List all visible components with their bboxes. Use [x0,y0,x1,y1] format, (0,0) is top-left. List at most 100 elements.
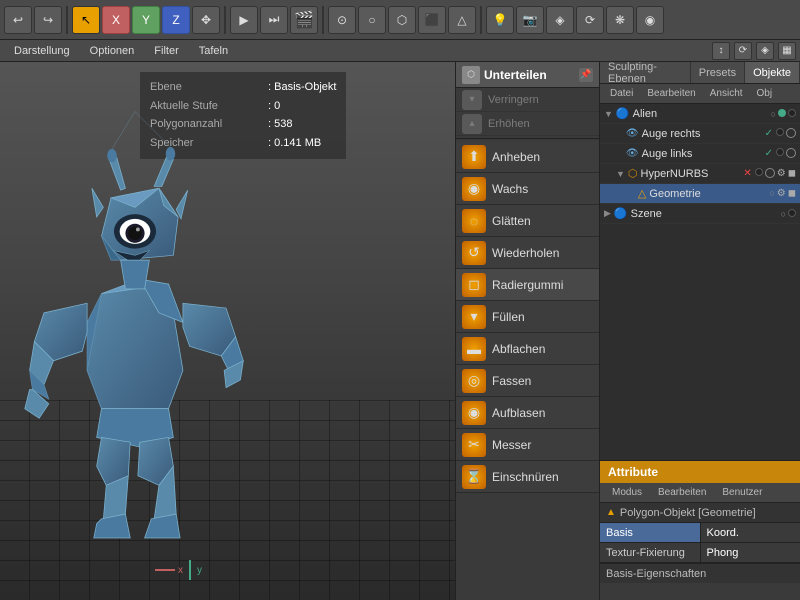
toolbar-sep2 [224,6,226,34]
tool-wachs-label: Wachs [492,182,528,196]
tool-verringern: ▾ Verringern [456,88,599,112]
tree-item-auge-rechts[interactable]: ▶ 👁 Auge rechts ✓ [600,124,800,144]
toolbar-anim-skip[interactable]: ⏭ [260,6,288,34]
attr-tab-benutzer[interactable]: Benutzer [714,486,770,499]
menubar-icon-refresh[interactable]: ⟳ [734,42,752,60]
toolbar-prim-cone[interactable]: △ [448,6,476,34]
menubar-icon-arrows[interactable]: ↕ [712,42,730,60]
toolbar-cam2[interactable]: 📷 [516,6,544,34]
tool-glaetten-icon: ◌ [462,209,486,233]
tool-glaetten-label: Glätten [492,214,531,228]
tree-label-nurbs: HyperNURBS [641,168,740,180]
tree-item-hypernurbs[interactable]: ▼ ⬡ HyperNURBS ✕ ⚙ ◼ [600,164,800,184]
toolbar-undo[interactable]: ↩ [4,6,32,34]
tree-item-auge-links[interactable]: ▶ 👁 Auge links ✓ [600,144,800,164]
right-menu-bearbeiten[interactable]: Bearbeiten [641,87,701,100]
attr-cell-textur[interactable]: Textur-Fixierung [600,543,700,562]
attr-cell-basis[interactable]: Basis [600,523,700,542]
attr-row-basis: Basis Koord. [600,523,800,543]
tool-erhoehen: ▴ Erhöhen [456,112,599,136]
toolbar-move[interactable]: ✥ [192,6,220,34]
attr-obj-name: Polygon-Objekt [Geometrie] [620,507,756,519]
toolbar-prim-sphere[interactable]: ○ [358,6,386,34]
tree-item-szene[interactable]: ▶ 🔵 Szene ○ [600,204,800,224]
toolbar-redo[interactable]: ↪ [34,6,62,34]
right-menu-obj[interactable]: Obj [751,87,779,100]
attr-triangle-icon: ▲ [606,507,616,518]
attr-cell-phong[interactable]: Phong [700,543,800,562]
tree-extra-geo: ◼ [788,188,796,199]
tree-item-geometrie[interactable]: ▶ △ Geometrie ○ ⚙ ◼ [600,184,800,204]
toolbar-prim-null[interactable]: ⊙ [328,6,356,34]
viewport-3d[interactable]: Ebene : Basis-Objekt Aktuelle Stufe : 0 … [0,62,455,600]
tool-abflachen[interactable]: ▬ Abflachen [456,333,599,365]
menu-optionen[interactable]: Optionen [80,43,145,59]
tool-fuellen[interactable]: ▾ Füllen [456,301,599,333]
tool-aufblasen[interactable]: ◉ Aufblasen [456,397,599,429]
attr-tab-bearbeiten[interactable]: Bearbeiten [650,486,714,499]
tool-fassen-icon: ◎ [462,369,486,393]
menubar-right: ↕ ⟳ ◈ ▦ [712,42,796,60]
tree-icon-alien: 🔵 [616,107,630,120]
tree-item-alien[interactable]: ▼ 🔵 Alien ○ [600,104,800,124]
tools-panel: ⬡ Unterteilen 📌 ▾ Verringern ▴ Erhöhen ⬆… [455,62,600,600]
subdivide-pin[interactable]: 📌 [579,68,593,82]
tool-fassen-label: Fassen [492,374,531,388]
toolbar-nurbs[interactable]: ⟳ [576,6,604,34]
toolbar-deform[interactable]: ◈ [546,6,574,34]
tool-radiergummi[interactable]: ◻ Radiergummi [456,269,599,301]
menu-filter[interactable]: Filter [144,43,188,59]
toolbar-anim-play[interactable]: ▶ [230,6,258,34]
tool-wiederholen[interactable]: ↺ Wiederholen [456,237,599,269]
menubar-icon-grid[interactable]: ▦ [778,42,796,60]
tool-wachs[interactable]: ◉ Wachs [456,173,599,205]
tool-radiergummi-label: Radiergummi [492,278,563,292]
tool-fassen[interactable]: ◎ Fassen [456,365,599,397]
toolbar-prim-cyl[interactable]: ⬛ [418,6,446,34]
tree-icon-augel: 👁 [626,148,639,159]
tree-circle-nurbs [765,168,775,178]
tab-sculpting-ebenen[interactable]: Sculpting-Ebenen [600,62,691,83]
tree-icon-nurbs: ⬡ [628,167,638,180]
tool-einschnueren[interactable]: ⌛ Einschnüren [456,461,599,493]
tree-check-auger: ✓ [765,128,773,139]
tab-objekte[interactable]: Objekte [745,62,800,83]
attr-rows: Basis Koord. Textur-Fixierung Phong [600,523,800,563]
toolbar-select[interactable]: ↖ [72,6,100,34]
menu-tafeln[interactable]: Tafeln [189,43,238,59]
attr-cell-koord[interactable]: Koord. [700,523,800,542]
info-value-poly: : 538 [268,115,292,134]
toolbar-camera[interactable]: 🎬 [290,6,318,34]
attr-tab-modus[interactable]: Modus [604,486,650,499]
attr-row-textur: Textur-Fixierung Phong [600,543,800,563]
right-menu-ansicht[interactable]: Ansicht [704,87,749,100]
toolbar-light[interactable]: 💡 [486,6,514,34]
toolbar-axis-x[interactable]: X [102,6,130,34]
toolbar-hair[interactable]: ◉ [636,6,664,34]
toolbar-gen[interactable]: ❋ [606,6,634,34]
tool-aufblasen-icon: ◉ [462,401,486,425]
right-menu-datei[interactable]: Datei [604,87,639,100]
toolbar-axis-y[interactable]: Y [132,6,160,34]
tool-erhoehen-icon: ▴ [462,114,482,134]
menu-darstellung[interactable]: Darstellung [4,43,80,59]
tool-wiederholen-label: Wiederholen [492,246,559,260]
tree-circle-auger [786,128,796,138]
tool-wachs-icon: ◉ [462,177,486,201]
tree-arrow-szene: ▶ [604,208,611,219]
tools-separator [456,138,599,139]
toolbar: ↩ ↪ ↖ X Y Z ✥ ▶ ⏭ 🎬 ⊙ ○ ⬡ ⬛ △ 💡 📷 ◈ ⟳ ❋ … [0,0,800,40]
tree-dots-nurbs: ✕ ⚙ ◼ [742,168,796,179]
y-label: y [197,565,202,576]
tool-messer-icon: ✂ [462,433,486,457]
tool-messer[interactable]: ✂ Messer [456,429,599,461]
menubar-icon-diamond[interactable]: ◈ [756,42,774,60]
toolbar-axis-z[interactable]: Z [162,6,190,34]
attr-tabs: Modus Bearbeiten Benutzer [600,483,800,503]
toolbar-prim-box[interactable]: ⬡ [388,6,416,34]
tool-anheben[interactable]: ⬆ Anheben [456,141,599,173]
tool-verringern-label: Verringern [488,94,539,106]
tool-glaetten[interactable]: ◌ Glätten [456,205,599,237]
info-value-speicher: : 0.141 MB [268,134,321,153]
tab-presets[interactable]: Presets [691,62,745,83]
